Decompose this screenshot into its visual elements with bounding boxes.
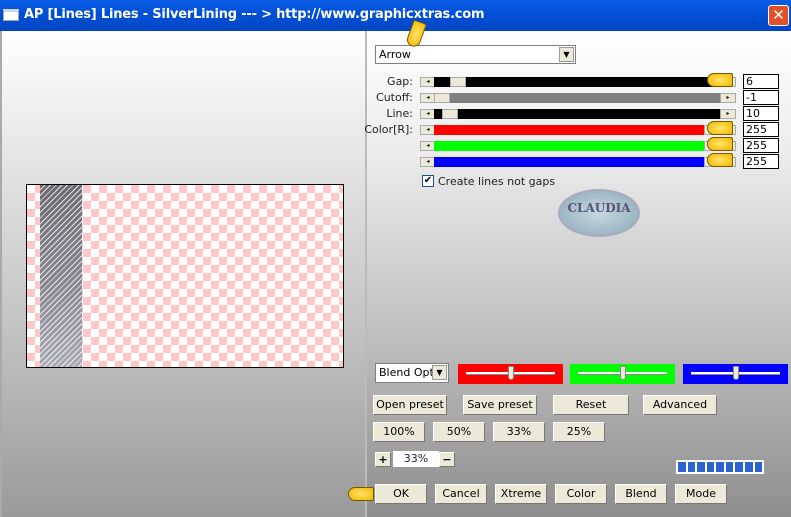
progress-segment <box>697 462 705 472</box>
chevron-down-icon[interactable]: ▼ <box>432 365 447 380</box>
create-lines-checkbox[interactable]: ✔ <box>422 175 434 187</box>
progress-segment <box>687 462 696 472</box>
slider-label: Color[R]: <box>364 123 413 136</box>
slider-value-field[interactable]: 255 <box>743 138 779 153</box>
slider-track[interactable] <box>434 141 720 151</box>
slider-value-field[interactable]: 6 <box>743 74 779 89</box>
progress-segment <box>744 462 753 472</box>
zoom-level-field[interactable]: 33% <box>393 451 439 467</box>
progress-segment <box>706 462 715 472</box>
zoom-33-button[interactable]: 33% <box>493 422 545 442</box>
slider-track[interactable] <box>434 109 720 119</box>
title-bar: AP [Lines] Lines - SilverLining --- > ht… <box>0 0 791 31</box>
slider-value-field[interactable]: -1 <box>743 90 779 105</box>
blend-slider-thumb[interactable] <box>619 366 626 380</box>
zoom-50-button[interactable]: 50% <box>433 422 485 442</box>
slider-value-field[interactable]: 255 <box>743 154 779 169</box>
slider-value-field[interactable]: 255 <box>743 122 779 137</box>
xtreme-button[interactable]: Xtreme <box>495 484 547 504</box>
progress-segment <box>678 462 686 472</box>
preview-panel <box>0 31 367 517</box>
pointing-hand-icon <box>707 73 733 87</box>
slider-value-field[interactable]: 10 <box>743 106 779 121</box>
slider-track[interactable] <box>434 125 720 135</box>
blend-slider[interactable] <box>458 364 563 384</box>
progress-segment <box>754 462 763 472</box>
blend-slider[interactable] <box>683 364 788 384</box>
claudia-logo: CLAUDIA <box>558 189 640 237</box>
lines-effect-stripe <box>40 185 82 367</box>
save-preset-button[interactable]: Save preset <box>463 395 537 415</box>
slider-thumb[interactable] <box>450 77 467 87</box>
pointing-hand-icon <box>707 137 733 151</box>
slider-label: Line: <box>386 107 413 120</box>
ok-button[interactable]: OK <box>375 484 427 504</box>
blend-slider-thumb[interactable] <box>507 366 514 380</box>
slider-thumb[interactable] <box>442 109 459 119</box>
blend-options-dropdown[interactable]: Blend Optio ▼ <box>375 363 449 383</box>
controls-panel: Arrow ▼ Gap: ◂ ▸ 6Cutoff: ◂ ▸ -1Line: ◂ … <box>364 19 791 517</box>
zoom-100-button[interactable]: 100% <box>373 422 425 442</box>
slider-track[interactable] <box>434 157 720 167</box>
preset-dropdown-value: Arrow <box>379 48 411 61</box>
scroll-right-button[interactable]: ▸ <box>720 109 736 119</box>
app-window-icon <box>3 9 19 21</box>
zoom-in-button[interactable]: + <box>375 452 391 467</box>
blend-slider[interactable] <box>570 364 675 384</box>
progress-bar <box>675 459 765 475</box>
progress-segment <box>735 462 743 472</box>
cancel-button[interactable]: Cancel <box>435 484 487 504</box>
zoom-out-button[interactable]: − <box>439 452 455 467</box>
slider-thumb[interactable] <box>434 93 450 103</box>
blend-button[interactable]: Blend <box>615 484 667 504</box>
blend-slider-thumb[interactable] <box>732 366 739 380</box>
open-preset-button[interactable]: Open preset <box>373 395 447 415</box>
color-button[interactable]: Color <box>555 484 607 504</box>
preset-dropdown[interactable]: Arrow ▼ <box>375 45 576 64</box>
progress-segment <box>725 462 734 472</box>
pointing-hand-icon <box>348 487 374 501</box>
scroll-right-button[interactable]: ▸ <box>720 93 736 103</box>
preview-canvas <box>26 184 344 368</box>
mode-button[interactable]: Mode <box>675 484 727 504</box>
create-lines-label: Create lines not gaps <box>438 175 556 188</box>
progress-segment <box>716 462 724 472</box>
zoom-25-button[interactable]: 25% <box>553 422 605 442</box>
chevron-down-icon[interactable]: ▼ <box>559 47 574 62</box>
slider-label: Cutoff: <box>376 91 413 104</box>
advanced-button[interactable]: Advanced <box>643 395 717 415</box>
pointing-hand-icon <box>707 121 733 135</box>
pointing-hand-icon <box>707 153 733 167</box>
slider-label: Gap: <box>387 75 413 88</box>
close-button[interactable]: ✕ <box>768 5 789 26</box>
slider-track[interactable] <box>434 93 720 103</box>
blend-options-value: Blend Optio <box>379 366 433 379</box>
slider-track[interactable] <box>434 77 720 87</box>
reset-button[interactable]: Reset <box>553 395 629 415</box>
